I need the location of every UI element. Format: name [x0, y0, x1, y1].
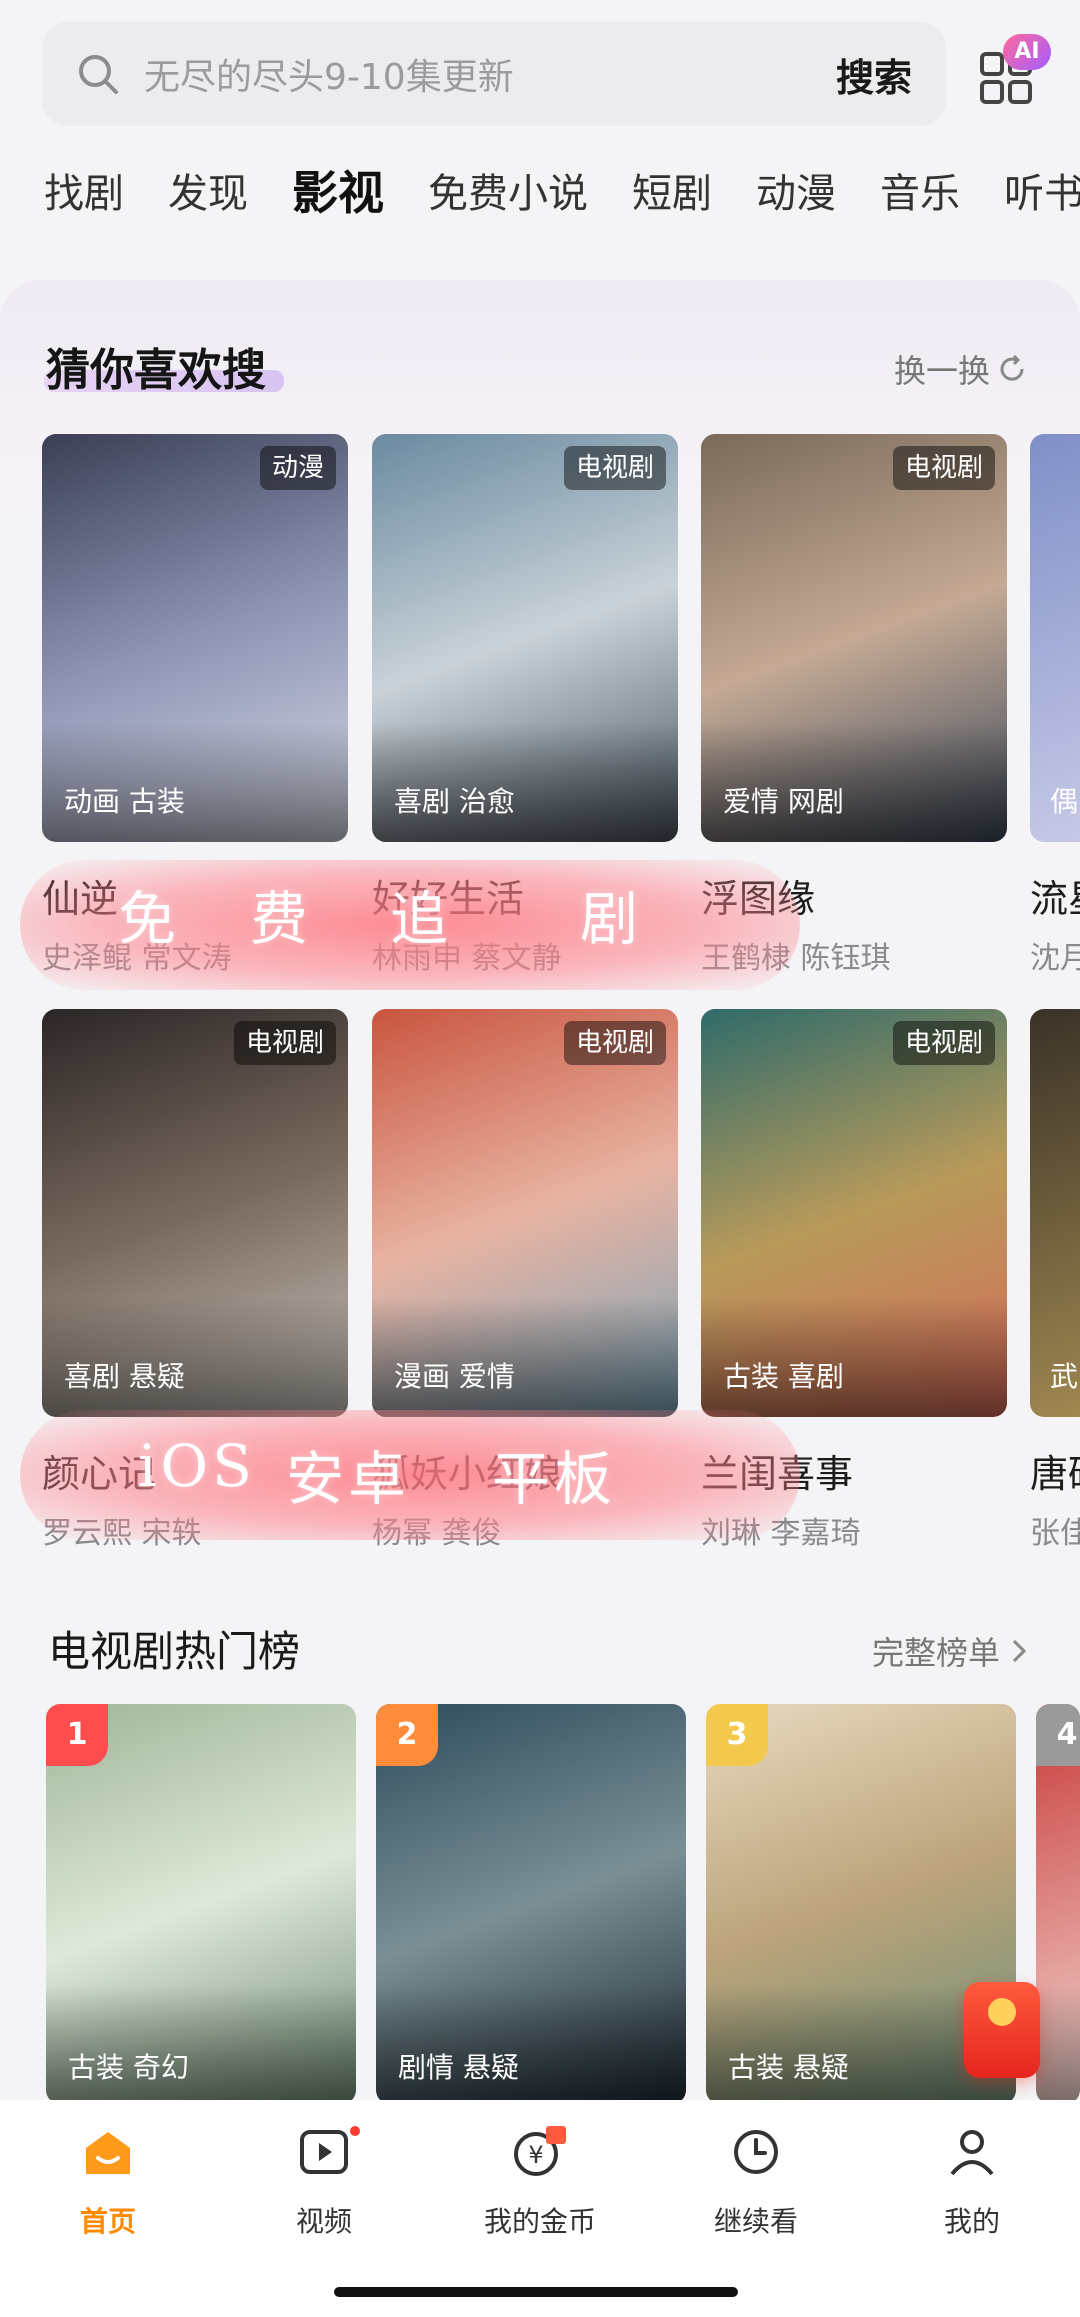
video-icon — [294, 2122, 354, 2186]
show-poster[interactable]: 武 — [1030, 1009, 1080, 1417]
search-icon — [79, 55, 118, 94]
red-envelope-icon[interactable] — [964, 1982, 1040, 2078]
promo-word: iOS — [138, 1432, 256, 1500]
show-poster[interactable]: 偶 — [1030, 434, 1080, 842]
show-card-peek[interactable]: 偶流星沈月 — [1030, 434, 1080, 977]
refresh-button[interactable]: 换一换 — [894, 346, 1028, 392]
coin-icon: ¥ — [510, 2122, 570, 2186]
full-ranking-link[interactable]: 完整榜单 — [872, 1628, 1032, 1674]
type-badge: 电视剧 — [563, 446, 666, 490]
genre-tags: 古装 奇幻 — [68, 2051, 189, 2084]
show-poster[interactable]: 电视剧喜剧 治愈 — [372, 434, 678, 842]
home-icon — [78, 2122, 138, 2186]
nav-item-4[interactable]: 我的 — [882, 2122, 1062, 2240]
type-badge: 电视剧 — [563, 1021, 666, 1065]
genre-tags: 爱情 网剧 — [723, 785, 844, 818]
promo-word: 剧 — [580, 885, 643, 953]
nav-item-2[interactable]: ¥ 我的金币 — [450, 2122, 630, 2240]
tab-3[interactable]: 免费小说 — [428, 161, 588, 219]
promo-word: 免 — [118, 885, 181, 953]
chevron-right-icon — [1012, 1639, 1027, 1663]
nav-label: 视频 — [295, 2205, 352, 2238]
show-poster[interactable]: 电视剧古装 喜剧 — [701, 1009, 1007, 1417]
show-title[interactable]: 唐砖 — [1030, 1443, 1080, 1498]
nav-label: 我的 — [943, 2205, 1000, 2238]
show-title[interactable]: 流星 — [1030, 868, 1080, 923]
notification-dot — [350, 2126, 360, 2136]
svg-text:¥: ¥ — [528, 2141, 543, 2169]
type-badge: 电视剧 — [233, 1021, 336, 1065]
nav-item-1[interactable]: 视频 — [234, 2122, 414, 2240]
promo-word: 追 — [390, 885, 453, 953]
nav-item-3[interactable]: 继续看 — [666, 2122, 846, 2240]
type-badge: 动漫 — [259, 446, 336, 490]
show-card-peek[interactable]: 武唐砖张佳 — [1030, 1009, 1080, 1552]
clock-icon — [726, 2122, 786, 2186]
show-poster[interactable]: 电视剧漫画 爱情 — [372, 1009, 678, 1417]
genre-tags: 古装 悬疑 — [728, 2051, 849, 2084]
nav-label: 我的金币 — [483, 2205, 596, 2238]
poster-shade — [376, 1984, 686, 2104]
genre-tags: 动画 古装 — [64, 785, 185, 818]
tab-7[interactable]: 听书 — [1004, 161, 1080, 219]
ranking-card[interactable]: 2 剧情 悬疑 — [376, 1704, 686, 2104]
genre-tags: 喜剧 治愈 — [394, 785, 515, 818]
tab-0[interactable]: 找剧 — [44, 161, 124, 219]
nav-item-0[interactable]: 首页 — [18, 2122, 198, 2240]
ranking-card[interactable]: 1 古装 奇幻 — [46, 1704, 356, 2104]
rank-badge: 4 — [1036, 1704, 1080, 1766]
ranking-title: 电视剧热门榜 — [48, 1627, 301, 1676]
recommend-title: 猜你喜欢搜 — [46, 345, 266, 396]
tab-4[interactable]: 短剧 — [632, 161, 712, 219]
poster-shade — [1036, 1984, 1080, 2104]
nav-label: 继续看 — [713, 2205, 798, 2238]
promo-word: 安卓 — [286, 1445, 411, 1513]
nav-label: 首页 — [79, 2205, 136, 2238]
full-ranking-label: 完整榜单 — [872, 1634, 1001, 1672]
genre-tags: 剧情 悬疑 — [398, 2051, 519, 2084]
category-tabs: 找剧 发现 影视 免费小说 短剧 动漫 音乐 听书 — [0, 150, 1080, 230]
type-badge: 电视剧 — [892, 446, 995, 490]
genre-tags: 偶 — [1050, 785, 1079, 818]
bottom-nav: 首页 视频 ¥ 我的金币 继续看 我的 — [0, 2100, 1080, 2317]
tab-6[interactable]: 音乐 — [880, 161, 960, 219]
show-cast: 张佳 — [1030, 1516, 1080, 1551]
poster-shade — [46, 1984, 356, 2104]
rank-badge: 3 — [706, 1704, 768, 1766]
profile-icon — [942, 2122, 1002, 2186]
search-input[interactable]: 无尽的尽头9-10集更新 — [144, 48, 836, 100]
show-cast: 沈月 — [1030, 941, 1080, 976]
show-poster[interactable]: 电视剧喜剧 悬疑 — [42, 1009, 348, 1417]
type-badge: 电视剧 — [892, 1021, 995, 1065]
genre-tags: 古装 喜剧 — [723, 1360, 844, 1393]
tab-1[interactable]: 发现 — [168, 161, 248, 219]
genre-tags: 喜剧 悬疑 — [64, 1360, 185, 1393]
show-poster[interactable]: 电视剧爱情 网剧 — [701, 434, 1007, 842]
genre-tags: 武 — [1050, 1360, 1079, 1393]
home-indicator — [334, 2287, 738, 2297]
search-button[interactable]: 搜索 — [836, 47, 912, 102]
tab-5[interactable]: 动漫 — [756, 161, 836, 219]
search-bar[interactable]: 无尽的尽头9-10集更新 搜索 — [42, 22, 946, 126]
ranking-card[interactable]: 4 — [1036, 1704, 1080, 2104]
genre-tags: 漫画 爱情 — [394, 1360, 515, 1393]
ai-badge: AI — [1003, 34, 1051, 70]
promo-word: 费 — [250, 885, 313, 953]
refresh-label: 换一换 — [894, 352, 991, 390]
promo-word: 平板 — [492, 1445, 617, 1513]
tab-2[interactable]: 影视 — [292, 157, 384, 223]
rank-badge: 2 — [376, 1704, 438, 1766]
show-poster[interactable]: 动漫动画 古装 — [42, 434, 348, 842]
rank-badge: 1 — [46, 1704, 108, 1766]
refresh-icon — [1000, 354, 1024, 381]
